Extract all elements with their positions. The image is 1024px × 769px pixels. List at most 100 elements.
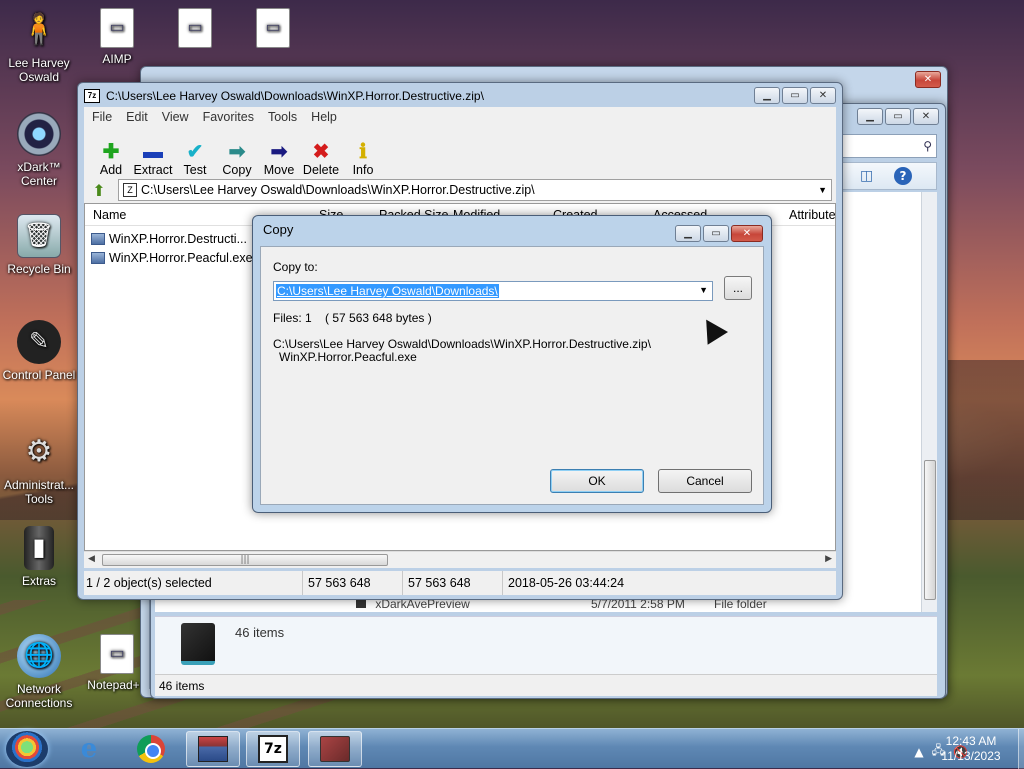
taskbar-archive-app[interactable] (186, 731, 240, 767)
add-button[interactable]: ✚ Add (90, 141, 132, 177)
desktop-icon-xdark-center[interactable]: xDark™ Center (0, 112, 78, 188)
taskbar-internet-explorer[interactable]: e (62, 731, 116, 767)
close-icon[interactable]: ✕ (915, 71, 941, 88)
settings-doc-icon (178, 8, 212, 48)
chevron-down-icon[interactable]: ▼ (818, 185, 827, 195)
close-icon[interactable]: ✕ (731, 225, 763, 242)
desktop-icon-user-folder[interactable]: 🧍 Lee Harvey Oswald (0, 8, 78, 85)
desktop-icon-label: AIMP (102, 52, 132, 66)
internet-explorer-icon: e (80, 734, 98, 764)
desktop-icon-label: Recycle Bin (7, 262, 71, 276)
test-button[interactable]: ✔ Test (174, 141, 216, 177)
details-item-count: 46 items (235, 625, 285, 640)
copy-button[interactable]: ➡ Copy (216, 141, 258, 177)
extras-icon: ▮ (24, 526, 54, 570)
delete-button[interactable]: ✖ Delete (300, 141, 342, 177)
menu-file[interactable]: File (92, 110, 112, 124)
start-button[interactable] (6, 731, 48, 767)
extract-button[interactable]: ▬ Extract (132, 141, 174, 177)
copy-dialog[interactable]: Copy ▁ ▭ ✕ Copy to: C:\Users\Lee Harvey … (252, 215, 772, 513)
menu-help[interactable]: Help (311, 110, 337, 124)
chevron-down-icon[interactable]: ▼ (699, 285, 708, 295)
control-panel-icon: ✎ (17, 320, 61, 364)
user-folder-icon: 🧍 (20, 13, 58, 46)
folder-up-icon[interactable]: ⬆ (88, 179, 110, 201)
taskbar-winrar[interactable] (308, 731, 362, 767)
destination-combobox[interactable]: C:\Users\Lee Harvey Oswald\Downloads\ ▼ (273, 281, 713, 301)
preview-pane-icon[interactable]: ◫ (860, 168, 873, 184)
show-hidden-icons-icon[interactable]: ▲ (914, 745, 923, 759)
copy-arrow-icon: ➡ (228, 141, 246, 163)
source-path-line2: WinXP.Horror.Peacful.exe (279, 350, 417, 364)
column-name[interactable]: Name (93, 208, 126, 222)
cancel-button[interactable]: Cancel (658, 469, 752, 493)
add-label: Add (99, 163, 123, 177)
source-path-line1: C:\Users\Lee Harvey Oswald\Downloads\Win… (273, 337, 651, 351)
scroll-left-icon[interactable]: ◀ (88, 554, 95, 564)
notepad-icon (100, 634, 134, 674)
desktop-icon-settings-doc[interactable] (156, 8, 234, 52)
desktop-icon-label: Network Connections (5, 682, 73, 710)
desktop-icon-firefox-doc[interactable] (234, 8, 312, 52)
window-controls: ▁ ▭ ✕ (754, 87, 836, 104)
move-label: Move (263, 163, 295, 177)
taskbar-7zip[interactable]: 7z (246, 731, 300, 767)
horizontal-scrollbar[interactable]: ◀ ||| ▶ (84, 551, 836, 568)
status-modified: 2018-05-26 03:44:24 (508, 576, 625, 590)
search-input[interactable]: ⚲ (837, 134, 937, 158)
dialog-body: Copy to: C:\Users\Lee Harvey Oswald\Down… (260, 246, 764, 505)
network-icon: 🌐 (17, 634, 61, 678)
column-attributes[interactable]: Attributes (789, 208, 835, 222)
move-button[interactable]: ➡ Move (258, 141, 300, 177)
show-desktop-button[interactable] (1018, 729, 1024, 769)
vertical-scrollbar[interactable] (921, 192, 937, 612)
clock-date: 11/13/2023 (941, 749, 1001, 763)
test-label: Test (183, 163, 207, 177)
menu-tools[interactable]: Tools (268, 110, 297, 124)
clock[interactable]: 12:43 AM 11/13/2023 (926, 734, 1016, 764)
minimize-icon[interactable]: ▁ (675, 225, 701, 242)
help-icon[interactable]: ? (894, 167, 912, 185)
desktop-icon-network[interactable]: 🌐 Network Connections (0, 634, 78, 710)
table-row[interactable]: WinXP.Horror.Peacful.exe (91, 249, 253, 267)
table-row[interactable]: WinXP.Horror.Destructi... (91, 230, 247, 248)
status-text: 46 items (159, 679, 205, 693)
minimize-icon[interactable]: ▁ (754, 87, 780, 104)
desktop-icon-label: Lee Harvey Oswald (8, 56, 70, 84)
scrollbar-thumb[interactable]: ||| (102, 554, 388, 566)
desktop-icon-aimp[interactable]: AIMP (78, 8, 156, 66)
menu-favorites[interactable]: Favorites (203, 110, 254, 124)
desktop-icon-control-panel[interactable]: ✎ Control Panel (0, 320, 78, 382)
title-bar[interactable]: 7z C:\Users\Lee Harvey Oswald\Downloads\… (78, 83, 842, 109)
maximize-icon[interactable]: ▭ (703, 225, 729, 242)
ok-button[interactable]: OK (550, 469, 644, 493)
status-size: 57 563 648 (308, 576, 371, 590)
close-icon[interactable]: ✕ (810, 87, 836, 104)
toolbar: ✚ Add ▬ Extract ✔ Test ➡ Copy ➡ Move ✖ D… (84, 127, 836, 177)
check-icon: ✔ (186, 141, 204, 163)
taskbar: e 7z ▲ 🖧 🔇 12:43 AM 11/13/2023 (0, 728, 1024, 769)
close-icon[interactable]: ✕ (913, 108, 939, 125)
info-button[interactable]: ℹ Info (342, 141, 384, 177)
file-name: WinXP.Horror.Destructi... (109, 232, 248, 246)
menu-view[interactable]: View (162, 110, 189, 124)
browse-button[interactable]: ... (724, 276, 752, 300)
firefox-doc-icon (256, 8, 290, 48)
desktop-icon-label: Extras (21, 574, 56, 588)
desktop-icon-admin-tools[interactable]: ⚙ Administrat... Tools (0, 430, 78, 507)
maximize-icon[interactable]: ▭ (782, 87, 808, 104)
menu-edit[interactable]: Edit (126, 110, 148, 124)
copy-label: Copy (222, 163, 252, 177)
exe-file-icon (91, 233, 105, 245)
folder-large-icon (181, 623, 215, 665)
explorer-toolbar: ▼ ◫ ? (831, 162, 937, 190)
taskbar-chrome[interactable] (124, 731, 178, 767)
minimize-icon[interactable]: ▁ (857, 108, 883, 125)
scrollbar-thumb[interactable] (924, 460, 936, 600)
address-field[interactable]: Z C:\Users\Lee Harvey Oswald\Downloads\W… (118, 179, 832, 201)
delete-label: Delete (302, 163, 340, 177)
desktop-icon-recycle-bin[interactable]: 🗑 Recycle Bin (0, 214, 78, 276)
desktop-icon-extras[interactable]: ▮ Extras (0, 526, 78, 588)
scroll-right-icon[interactable]: ▶ (825, 554, 832, 564)
maximize-icon[interactable]: ▭ (885, 108, 911, 125)
